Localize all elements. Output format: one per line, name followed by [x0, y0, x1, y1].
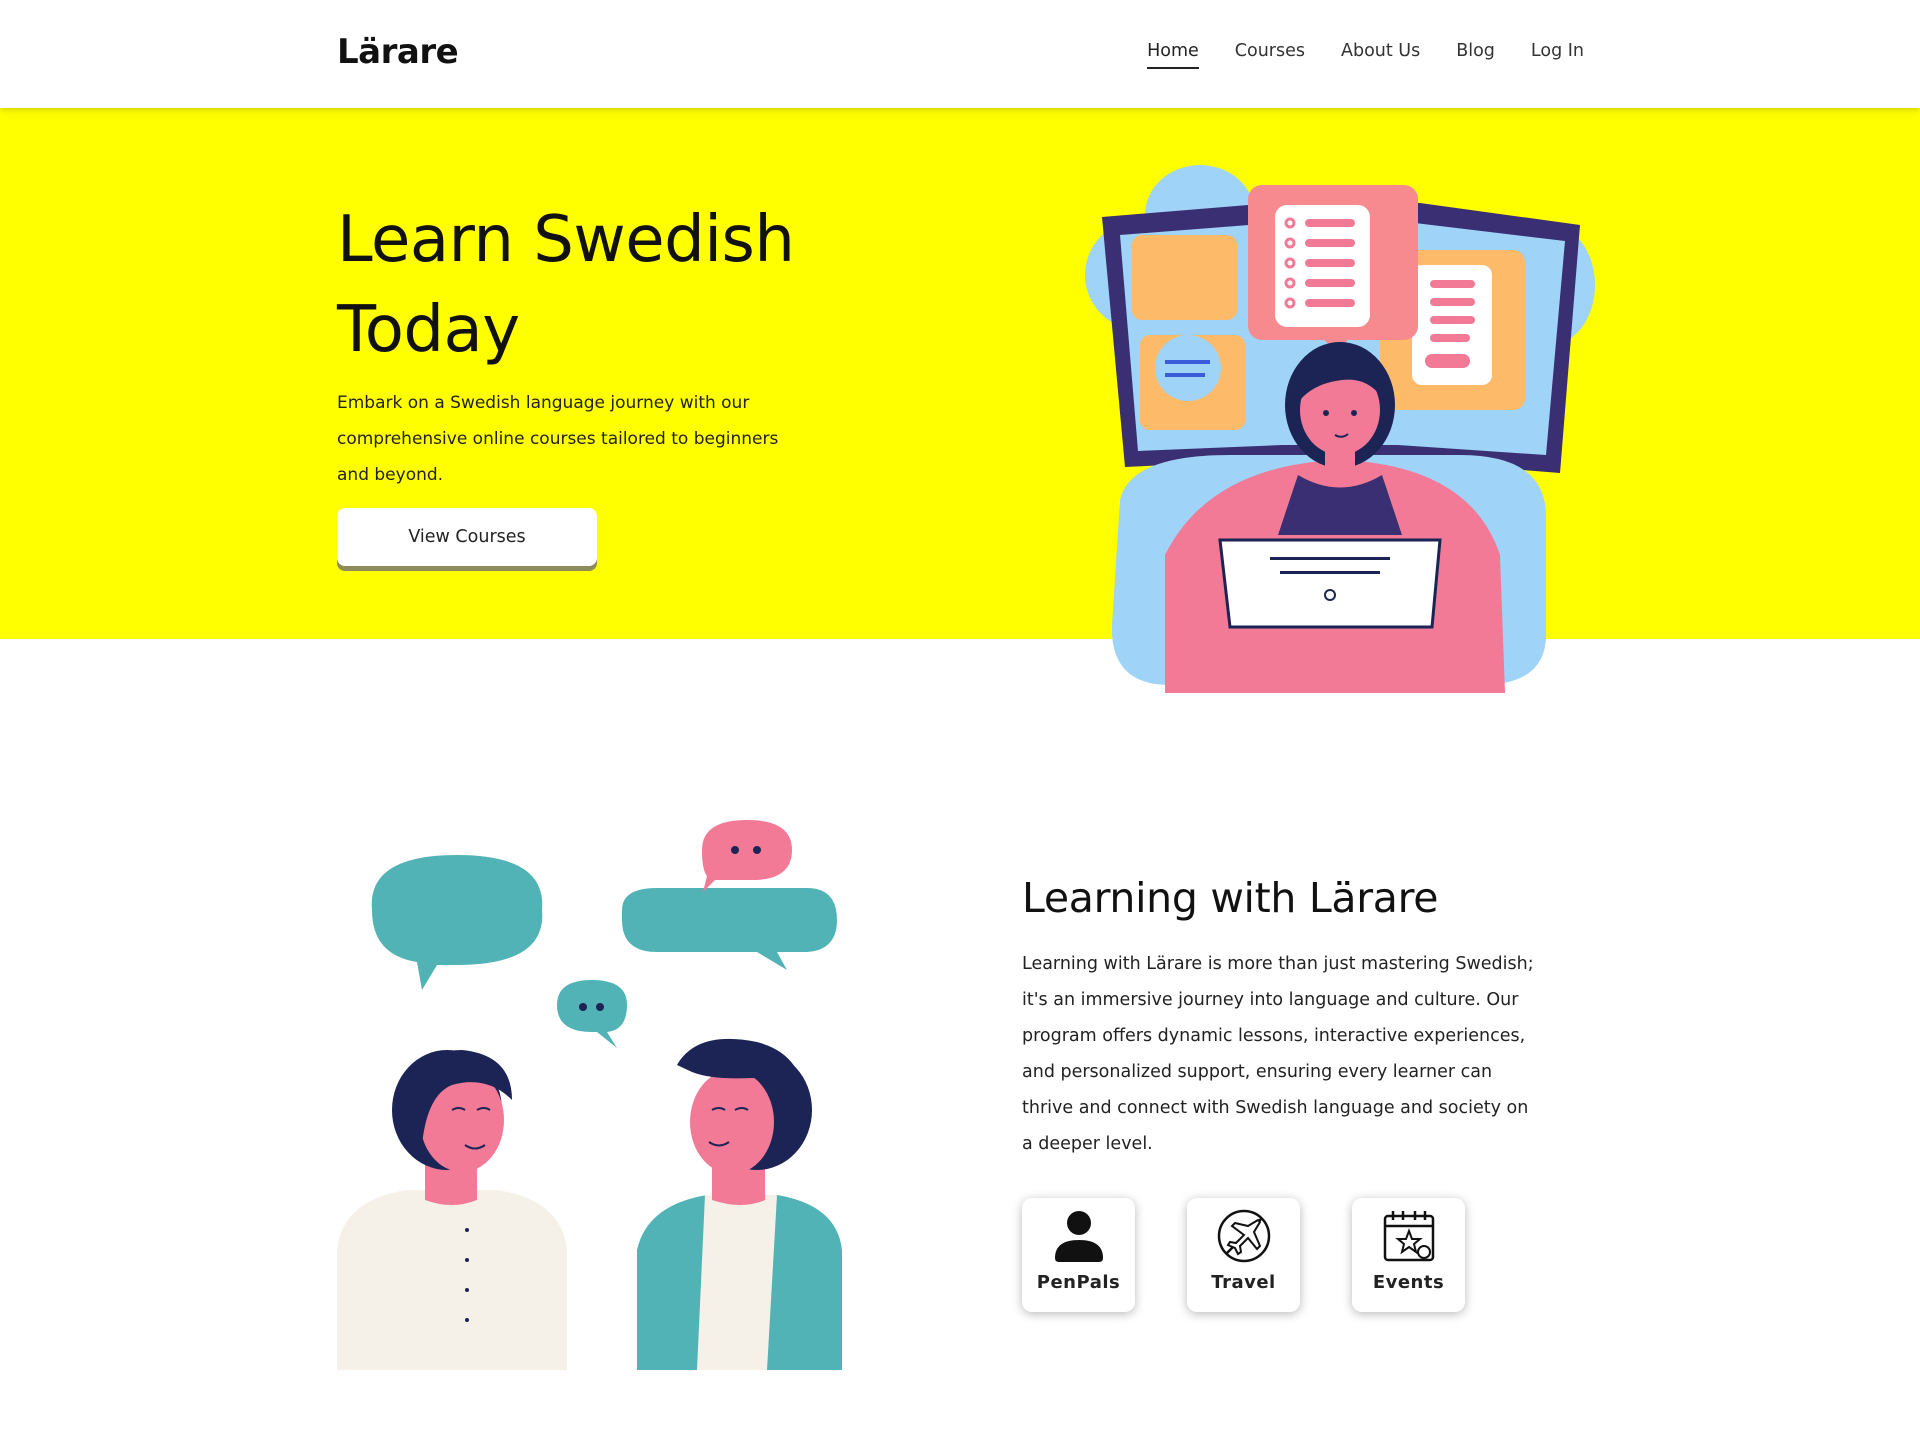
nav-courses-link[interactable]: Courses	[1235, 41, 1305, 69]
travel-card[interactable]: Travel	[1187, 1198, 1300, 1312]
person-icon	[1054, 1211, 1103, 1262]
online-learning-illustration	[1085, 165, 1595, 693]
learning-section-title: Learning with Lärare	[1022, 874, 1439, 922]
feature-cards: PenPals Travel Events	[1022, 1198, 1465, 1312]
calendar-star-icon	[1383, 1211, 1434, 1262]
nav-login-link[interactable]: Log In	[1531, 41, 1584, 69]
hero-title: Learn Swedish Today	[337, 203, 795, 367]
penpals-card[interactable]: PenPals	[1022, 1198, 1135, 1312]
penpals-label: PenPals	[1036, 1272, 1121, 1293]
main-nav: Home Courses About Us Blog Log In	[1147, 41, 1584, 69]
site-header: Lärare Home Courses About Us Blog Log In	[0, 0, 1920, 108]
nav-about-link[interactable]: About Us	[1341, 41, 1420, 69]
site-logo[interactable]: Lärare	[337, 32, 459, 72]
hero-section: Learn Swedish Today Embark on a Swedish …	[0, 108, 1920, 639]
nav-blog-link[interactable]: Blog	[1456, 41, 1495, 69]
events-card[interactable]: Events	[1352, 1198, 1465, 1312]
conversation-illustration	[337, 820, 842, 1370]
plane-icon	[1217, 1209, 1270, 1263]
hero-description: Embark on a Swedish language journey wit…	[337, 393, 779, 485]
learning-section-text: Learning with Lärare is more than just m…	[1022, 954, 1534, 1154]
view-courses-button[interactable]: View Courses	[337, 508, 597, 566]
nav-home-link[interactable]: Home	[1147, 41, 1199, 69]
events-label: Events	[1372, 1272, 1445, 1293]
travel-label: Travel	[1211, 1272, 1276, 1293]
